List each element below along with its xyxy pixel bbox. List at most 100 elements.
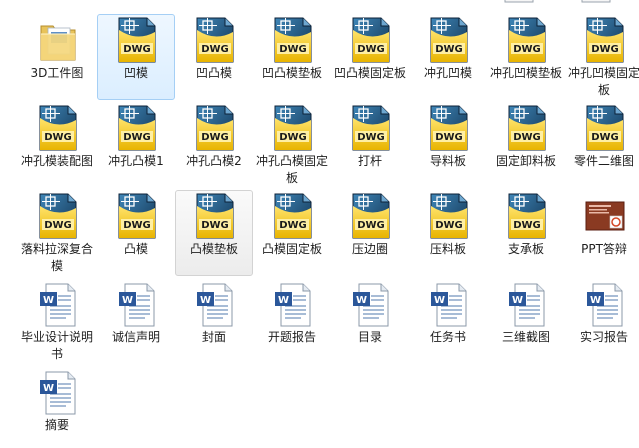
file-item[interactable]: W 封面 <box>175 278 253 364</box>
dwg-file-icon: DWG <box>195 16 235 64</box>
file-item[interactable]: DWG 凸模垫板 <box>175 190 253 276</box>
file-item[interactable]: W 三维截图 <box>487 278 565 364</box>
svg-text:DWG: DWG <box>513 220 541 231</box>
dwg-file-icon: DWG <box>507 192 547 240</box>
svg-text:W: W <box>278 295 289 306</box>
svg-text:W: W <box>122 295 133 306</box>
file-item[interactable]: DWG 冲孔模装配图 <box>18 102 96 188</box>
file-name-label: 开题报告 <box>267 330 316 344</box>
file-item[interactable]: W 诚信声明 <box>97 278 175 364</box>
file-item[interactable]: W 摘要 <box>18 366 96 448</box>
file-name-label: 冲孔凸模2 <box>186 154 242 168</box>
file-name-label: 任务书 <box>429 330 466 344</box>
word-document-icon: W <box>195 280 235 328</box>
file-item[interactable]: DWG 凸模固定板 <box>253 190 331 276</box>
file-item[interactable]: DWG 冲孔凸模2 <box>175 102 253 188</box>
file-name-label: 冲孔凸模1 <box>108 154 164 168</box>
file-item[interactable]: DWG 凸模 <box>97 190 175 276</box>
file-name-label: 零件二维图 <box>573 154 634 168</box>
svg-text:DWG: DWG <box>123 44 151 55</box>
file-item[interactable]: W 实习报告 <box>565 278 639 364</box>
file-item[interactable]: DWG 冲孔凸模固定板 <box>253 102 331 188</box>
dwg-file-icon: DWG <box>429 192 469 240</box>
file-item[interactable]: 3D工件图 <box>18 14 96 100</box>
file-name-label: 冲孔凹模固定板 <box>567 66 639 97</box>
svg-text:DWG: DWG <box>279 132 307 143</box>
file-name-label: 冲孔凹模 <box>423 66 472 80</box>
word-document-icon: W <box>507 280 547 328</box>
file-name-label: 导料板 <box>429 154 466 168</box>
file-item[interactable]: DWG 凹模 <box>97 14 175 100</box>
file-name-label: 打杆 <box>357 154 382 168</box>
file-item[interactable]: DWG 冲孔凹模 <box>409 14 487 100</box>
file-name-label: 凹凸模垫板 <box>261 66 322 80</box>
svg-text:DWG: DWG <box>123 132 151 143</box>
file-item[interactable]: DWG 凹凸模固定板 <box>331 14 409 100</box>
svg-text:DWG: DWG <box>591 44 619 55</box>
file-item[interactable]: DWG 导料板 <box>409 102 487 188</box>
svg-text:DWG: DWG <box>435 220 463 231</box>
file-name-label: PPT答辩 <box>581 242 627 256</box>
file-item[interactable]: W 开题报告 <box>253 278 331 364</box>
dwg-file-icon: DWG <box>38 192 78 240</box>
dwg-file-icon: DWG <box>38 104 78 152</box>
file-name-label: 凸模 <box>123 242 148 256</box>
file-item[interactable]: DWG 压边圈 <box>331 190 409 276</box>
svg-text:W: W <box>590 295 601 306</box>
file-item[interactable]: PPT答辩 <box>565 190 639 276</box>
file-item[interactable]: W 任务书 <box>409 278 487 364</box>
file-item[interactable]: DWG 支承板 <box>487 190 565 276</box>
svg-text:W: W <box>43 295 54 306</box>
file-item[interactable]: DWG 零件二维图 <box>565 102 639 188</box>
powerpoint-file-icon <box>585 192 625 240</box>
word-document-icon: W <box>585 280 625 328</box>
file-name-label: 支承板 <box>507 242 544 256</box>
svg-text:DWG: DWG <box>201 132 229 143</box>
file-item[interactable]: DWG 打杆 <box>331 102 409 188</box>
dwg-file-icon: DWG <box>117 104 157 152</box>
svg-text:DWG: DWG <box>201 44 229 55</box>
file-name-label: 凹凸模固定板 <box>333 66 406 80</box>
svg-text:DWG: DWG <box>591 132 619 143</box>
partial-file-icon <box>504 0 534 3</box>
file-item[interactable]: W 毕业设计说明书 <box>18 278 96 364</box>
dwg-file-icon: DWG <box>429 104 469 152</box>
svg-text:DWG: DWG <box>435 132 463 143</box>
file-name-label: 凹凸模 <box>195 66 232 80</box>
file-item[interactable]: DWG 冲孔凹模固定板 <box>565 14 639 100</box>
svg-text:W: W <box>434 295 445 306</box>
dwg-file-icon: DWG <box>507 104 547 152</box>
dwg-file-icon: DWG <box>195 192 235 240</box>
file-name-label: 封面 <box>201 330 226 344</box>
file-name-label: 实习报告 <box>579 330 628 344</box>
file-view: 3D工件图 DWG 凹模 DWG 凹凸模 DWG 凹凸模垫板 DWG 凹凸模固定… <box>0 0 639 448</box>
partial-file-icon <box>581 0 611 3</box>
file-item[interactable]: W 目录 <box>331 278 409 364</box>
dwg-file-icon: DWG <box>273 104 313 152</box>
dwg-file-icon: DWG <box>117 16 157 64</box>
svg-text:DWG: DWG <box>44 132 72 143</box>
svg-text:DWG: DWG <box>279 220 307 231</box>
dwg-file-icon: DWG <box>195 104 235 152</box>
word-document-icon: W <box>38 368 78 416</box>
file-item[interactable]: DWG 冲孔凹模垫板 <box>487 14 565 100</box>
file-name-label: 诚信声明 <box>111 330 160 344</box>
svg-text:DWG: DWG <box>513 44 541 55</box>
word-document-icon: W <box>117 280 157 328</box>
file-name-label: 冲孔凸模固定板 <box>255 154 328 185</box>
file-item[interactable]: DWG 落料拉深复合模 <box>18 190 96 276</box>
file-item[interactable]: DWG 冲孔凸模1 <box>97 102 175 188</box>
dwg-file-icon: DWG <box>351 104 391 152</box>
svg-text:W: W <box>512 295 523 306</box>
file-item[interactable]: DWG 凹凸模 <box>175 14 253 100</box>
file-item[interactable]: DWG 固定卸料板 <box>487 102 565 188</box>
file-item[interactable]: DWG 凹凸模垫板 <box>253 14 331 100</box>
dwg-file-icon: DWG <box>585 104 625 152</box>
dwg-file-icon: DWG <box>351 192 391 240</box>
svg-text:DWG: DWG <box>513 132 541 143</box>
file-name-label: 冲孔凹模垫板 <box>489 66 562 80</box>
dwg-file-icon: DWG <box>429 16 469 64</box>
file-item[interactable]: DWG 压料板 <box>409 190 487 276</box>
file-name-label: 凹模 <box>123 66 148 80</box>
dwg-file-icon: DWG <box>351 16 391 64</box>
